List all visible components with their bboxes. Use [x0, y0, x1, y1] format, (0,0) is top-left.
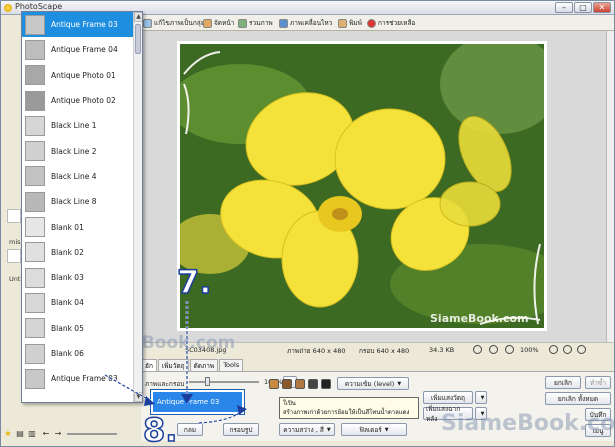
annotation-arrows: [104, 301, 247, 425]
step-8-annotation: 8.: [142, 410, 178, 447]
step-7-annotation: 7.: [176, 262, 212, 302]
app-window: PhotoScape – □ ✕ แก้ไขภาพเป็นกลุ่ม จัดหน…: [0, 0, 615, 447]
